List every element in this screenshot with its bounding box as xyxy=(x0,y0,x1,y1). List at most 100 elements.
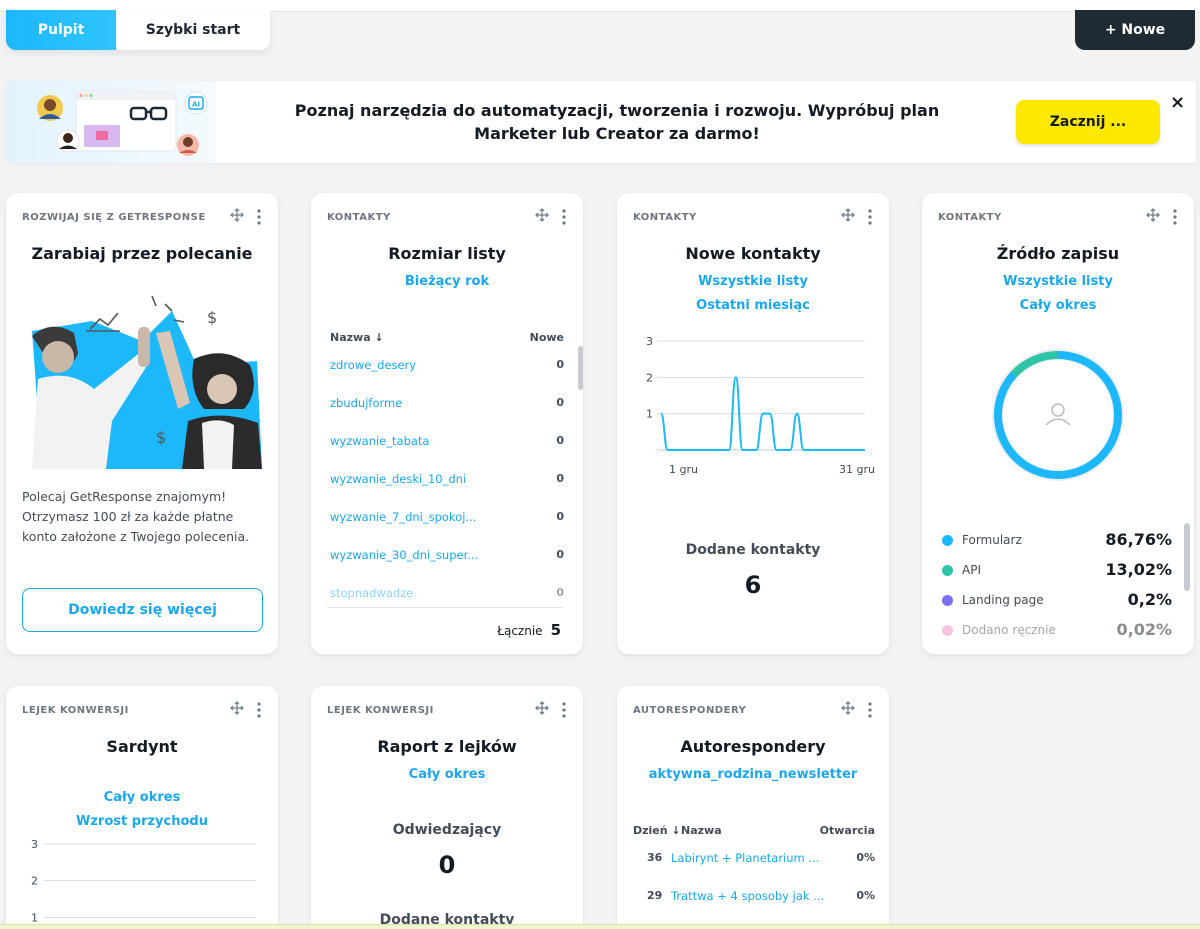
learn-more-button[interactable]: Dowiedz się więcej xyxy=(22,588,263,632)
card-title: Źródło zapisu xyxy=(996,244,1120,263)
more-options-icon[interactable] xyxy=(561,209,567,225)
bottom-strip xyxy=(0,924,1200,929)
card-category: LEJEK KONWERSJI xyxy=(22,705,129,716)
table-row[interactable]: stopnadwadze 0 xyxy=(330,586,564,604)
card-category: ROZWIJAJ SIĘ Z GETRESPONSE xyxy=(22,212,206,223)
legend-dot xyxy=(942,535,953,546)
tab-bar: Pulpit Szybki start xyxy=(6,10,270,50)
legend-dot xyxy=(942,565,953,576)
y-tick-label: 1 xyxy=(646,408,653,421)
move-icon[interactable] xyxy=(841,208,855,222)
metric-filter[interactable]: Wzrost przychodu xyxy=(6,814,278,829)
dollar-icon: $ xyxy=(156,428,166,447)
column-new: Nowe xyxy=(529,331,564,344)
legend-dot xyxy=(942,625,953,636)
move-icon[interactable] xyxy=(230,208,244,222)
legend-dot xyxy=(942,595,953,606)
list-filter[interactable]: Wszystkie listy xyxy=(617,274,889,289)
x-tick-label: 1 gru xyxy=(669,463,698,476)
table-header: Nazwa ↓ Nowe xyxy=(330,331,564,344)
period-filter[interactable]: Bieżący rok xyxy=(311,274,583,289)
table-row[interactable]: zbudujforme 0 xyxy=(330,396,564,414)
visitors-label: Odwiedzający xyxy=(392,822,502,838)
more-options-icon[interactable] xyxy=(561,702,567,718)
list-filter[interactable]: Wszystkie listy xyxy=(922,274,1194,289)
more-options-icon[interactable] xyxy=(256,702,262,718)
y-tick-label: 2 xyxy=(31,875,38,888)
signup-source-card: KONTAKTY Źródło zapisu Wszystkie listy C… xyxy=(922,193,1194,654)
new-contacts-chart: 1231 gru 31 gru xyxy=(646,335,875,476)
more-options-icon[interactable] xyxy=(867,702,873,718)
list-size-card: KONTAKTY Rozmiar listy Bieżący rok Nazwa… xyxy=(311,193,583,654)
card-title: Sardynt xyxy=(106,737,178,756)
move-icon[interactable] xyxy=(535,208,549,222)
table-header: Dzień ↓ Nazwa Otwarcia xyxy=(633,824,875,837)
more-options-icon[interactable] xyxy=(1172,209,1178,225)
table-row[interactable]: wyzwanie_tabata 0 xyxy=(330,434,564,452)
signup-source-donut xyxy=(992,349,1124,481)
period-filter[interactable]: Ostatni miesiąc xyxy=(617,298,889,313)
banner-illustration: AI xyxy=(6,81,216,163)
tab-pulpit[interactable]: Pulpit xyxy=(6,10,116,50)
promo-banner: AI Poznaj narzędzia do automatyzacji, tw… xyxy=(6,81,1196,163)
new-contacts-card: KONTAKTY Nowe kontakty Wszystkie listy O… xyxy=(617,193,889,654)
legend-item-api: API 13,02% xyxy=(942,560,1172,582)
card-category: KONTAKTY xyxy=(633,212,697,223)
column-day[interactable]: Dzień ↓ xyxy=(633,824,681,837)
card-category: KONTAKTY xyxy=(938,212,1002,223)
period-filter[interactable]: Cały okres xyxy=(6,790,278,805)
added-contacts-value: 6 xyxy=(744,571,762,599)
visitors-value: 0 xyxy=(438,851,456,879)
card-title: Rozmiar listy xyxy=(388,244,506,263)
card-title: Zarabiaj przez polecanie xyxy=(31,244,253,263)
list-scrollbar[interactable] xyxy=(578,346,583,390)
card-title: Nowe kontakty xyxy=(685,244,821,263)
table-row[interactable]: 29 Trattwa + 4 sposoby jak ... 0% xyxy=(633,889,875,907)
legend-scrollbar[interactable] xyxy=(1184,523,1190,591)
sardynt-chart: 1 2 3 xyxy=(31,838,256,924)
divider xyxy=(327,607,563,608)
y-tick-label: 3 xyxy=(646,335,653,348)
list-total: Łącznie 5 xyxy=(497,621,561,639)
y-tick-label: 3 xyxy=(31,838,38,851)
added-contacts-label: Dodane kontakty xyxy=(685,542,821,558)
legend-item-landing-page: Landing page 0,2% xyxy=(942,590,1172,612)
x-tick-label: 31 gru xyxy=(839,463,875,476)
close-icon[interactable]: × xyxy=(1170,92,1185,113)
more-options-icon[interactable] xyxy=(256,209,262,225)
funnel-report-card: LEJEK KONWERSJI Raport z lejków Cały okr… xyxy=(311,686,583,929)
column-name[interactable]: Nazwa ↓ xyxy=(330,331,384,344)
table-row[interactable]: 36 Labirynt + Planetarium ... 0% xyxy=(633,851,875,869)
card-title: Autorespondery xyxy=(680,737,826,756)
more-options-icon[interactable] xyxy=(867,209,873,225)
new-button[interactable]: + Nowe xyxy=(1075,10,1195,50)
dollar-icon: $ xyxy=(207,308,217,327)
table-row[interactable]: wyzwanie_deski_10_dni 0 xyxy=(330,472,564,490)
sardynt-card: LEJEK KONWERSJI Sardynt Cały okres Wzros… xyxy=(6,686,278,929)
period-filter[interactable]: Cały okres xyxy=(922,298,1194,313)
table-row[interactable]: wyzwanie_7_dni_spokoj... 0 xyxy=(330,510,564,528)
table-row[interactable]: zdrowe_desery 0 xyxy=(330,358,564,376)
card-title: Raport z lejków xyxy=(377,737,517,756)
column-name: Nazwa xyxy=(681,824,722,837)
period-filter[interactable]: Cały okres xyxy=(311,767,583,782)
card-category: KONTAKTY xyxy=(327,212,391,223)
legend-item-formularz: Formularz 86,76% xyxy=(942,530,1172,552)
column-opens: Otwarcia xyxy=(819,824,875,837)
y-tick-label: 2 xyxy=(646,371,653,384)
referral-card: ROZWIJAJ SIĘ Z GETRESPONSE Zarabiaj prze… xyxy=(6,193,278,654)
move-icon[interactable] xyxy=(535,701,549,715)
move-icon[interactable] xyxy=(841,701,855,715)
card-category: LEJEK KONWERSJI xyxy=(327,705,434,716)
move-icon[interactable] xyxy=(1146,208,1160,222)
referral-description: Polecaj GetResponse znajomym! Otrzymasz … xyxy=(22,489,250,544)
autoresponders-card: AUTORESPONDERY Autorespondery aktywna_ro… xyxy=(617,686,889,929)
card-category: AUTORESPONDERY xyxy=(633,705,747,716)
ai-badge-label: AI xyxy=(192,101,200,109)
banner-message: Poznaj narzędzia do automatyzacji, tworz… xyxy=(294,101,940,143)
list-filter[interactable]: aktywna_rodzina_newsletter xyxy=(617,767,889,782)
move-icon[interactable] xyxy=(230,701,244,715)
start-button[interactable]: Zacznij ... xyxy=(1016,100,1160,144)
table-row[interactable]: wyzwanie_30_dni_super... 0 xyxy=(330,548,564,566)
tab-szybki-start[interactable]: Szybki start xyxy=(116,10,270,50)
